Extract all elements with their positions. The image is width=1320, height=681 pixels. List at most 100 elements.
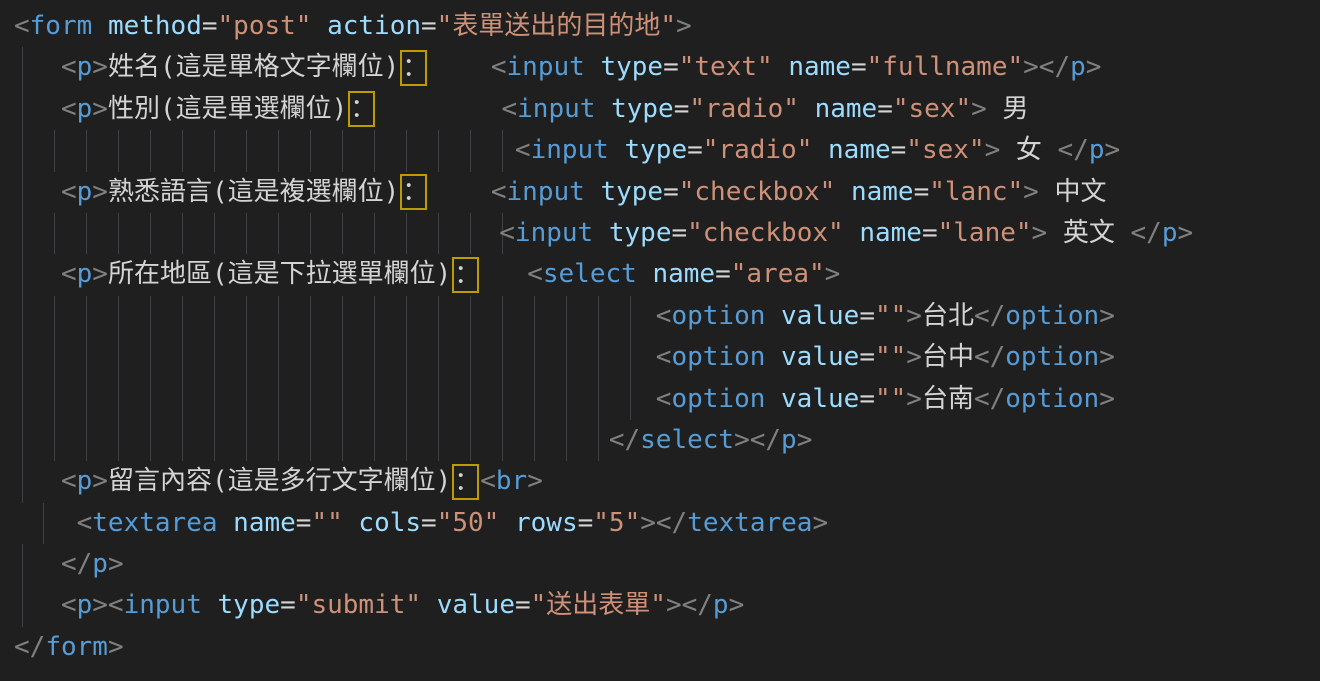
code-token: < bbox=[656, 342, 672, 372]
code-line: <option value="">台中</option> bbox=[14, 337, 1320, 378]
code-token: = bbox=[663, 52, 679, 82]
code-token: name bbox=[859, 218, 922, 248]
unicode-highlight-box: ： bbox=[348, 91, 375, 127]
code-token: 所在地區(這是下拉選單欄位) bbox=[108, 259, 451, 289]
code-token: "radio" bbox=[689, 94, 799, 124]
code-token: = bbox=[671, 218, 687, 248]
code-token: 留言內容(這是多行文字欄位) bbox=[108, 466, 451, 496]
code-line: </p> bbox=[14, 544, 1320, 585]
code-token: 英文 bbox=[1047, 218, 1130, 248]
code-token: = bbox=[891, 135, 907, 165]
code-token bbox=[218, 508, 234, 538]
code-token: 性別(這是單選欄位) bbox=[108, 94, 347, 124]
code-token: p bbox=[77, 466, 93, 496]
code-token: textarea bbox=[687, 508, 812, 538]
code-token: = bbox=[421, 508, 437, 538]
code-token: textarea bbox=[92, 508, 217, 538]
code-editor[interactable]: <form method="post" action="表單送出的目的地"> <… bbox=[0, 0, 1320, 681]
code-token: > bbox=[92, 52, 108, 82]
code-token: > bbox=[1099, 301, 1115, 331]
code-token: 女 bbox=[1000, 135, 1057, 165]
code-token: = bbox=[715, 259, 731, 289]
code-token: ></ bbox=[1023, 52, 1070, 82]
code-token bbox=[14, 52, 61, 82]
code-token bbox=[595, 94, 611, 124]
code-token: < bbox=[515, 135, 531, 165]
code-token: = bbox=[687, 135, 703, 165]
code-token: < bbox=[77, 508, 93, 538]
code-token: "submit" bbox=[296, 590, 421, 620]
code-token: = bbox=[851, 52, 867, 82]
code-token: p bbox=[1089, 135, 1105, 165]
code-line: <input type="radio" name="sex"> 女 </p> bbox=[14, 130, 1320, 171]
code-line: <textarea name="" cols="50" rows="5"></t… bbox=[14, 503, 1320, 544]
code-line: <p>性別(這是單選欄位)： <input type="radio" name=… bbox=[14, 89, 1320, 130]
code-token: rows bbox=[515, 508, 578, 538]
code-token bbox=[343, 508, 359, 538]
code-token: input bbox=[515, 218, 593, 248]
code-token: type bbox=[600, 177, 663, 207]
code-token: "sex" bbox=[906, 135, 984, 165]
code-token: action bbox=[327, 11, 421, 41]
code-token: > bbox=[676, 11, 692, 41]
code-token: input bbox=[517, 94, 595, 124]
code-token: "送出表單" bbox=[531, 590, 666, 620]
code-token: cols bbox=[358, 508, 421, 538]
code-token: > bbox=[1099, 342, 1115, 372]
code-token: </ bbox=[1058, 135, 1089, 165]
code-token bbox=[585, 52, 601, 82]
code-token: > bbox=[906, 384, 922, 414]
code-token bbox=[844, 218, 860, 248]
unicode-highlight-box: ： bbox=[452, 257, 479, 293]
code-token: "post" bbox=[218, 11, 312, 41]
code-token: = bbox=[515, 590, 531, 620]
code-token bbox=[773, 52, 789, 82]
code-token: > bbox=[797, 425, 813, 455]
code-token: > bbox=[92, 259, 108, 289]
code-line: <p>所在地區(這是下拉選單欄位)： <select name="area"> bbox=[14, 254, 1320, 295]
code-token: < bbox=[480, 466, 496, 496]
code-token: < bbox=[61, 94, 77, 124]
code-token bbox=[14, 301, 656, 331]
code-token bbox=[14, 135, 515, 165]
code-token: < bbox=[61, 466, 77, 496]
code-token bbox=[14, 384, 656, 414]
code-token bbox=[14, 549, 61, 579]
code-token: > bbox=[906, 342, 922, 372]
code-token: method bbox=[108, 11, 202, 41]
code-token: = bbox=[296, 508, 312, 538]
code-token: < bbox=[61, 52, 77, 82]
code-token: = bbox=[202, 11, 218, 41]
code-token: = bbox=[859, 342, 875, 372]
code-token: >< bbox=[92, 590, 123, 620]
code-token: "area" bbox=[731, 259, 825, 289]
code-token: "checkbox" bbox=[679, 177, 836, 207]
code-token bbox=[609, 135, 625, 165]
code-token: > bbox=[1032, 218, 1048, 248]
code-token bbox=[765, 342, 781, 372]
code-token: < bbox=[656, 301, 672, 331]
code-token: 台南 bbox=[922, 384, 974, 414]
code-line: <p>熟悉語言(這是複選欄位)： <input type="checkbox" … bbox=[14, 172, 1320, 213]
unicode-highlight-box: ： bbox=[400, 174, 427, 210]
code-token: > bbox=[1099, 384, 1115, 414]
code-token: type bbox=[600, 52, 663, 82]
code-token: p bbox=[1070, 52, 1086, 82]
code-token: > bbox=[527, 466, 543, 496]
code-token: 熟悉語言(這是複選欄位) bbox=[108, 177, 399, 207]
code-token: </ bbox=[974, 342, 1005, 372]
code-token: > bbox=[906, 301, 922, 331]
code-token: </ bbox=[609, 425, 640, 455]
code-token: "" bbox=[875, 301, 906, 331]
code-token bbox=[835, 177, 851, 207]
code-token: > bbox=[1086, 52, 1102, 82]
code-token: "" bbox=[875, 342, 906, 372]
code-token: input bbox=[124, 590, 202, 620]
code-token: > bbox=[92, 466, 108, 496]
code-token: name bbox=[815, 94, 878, 124]
code-token: "sex" bbox=[893, 94, 971, 124]
code-token: "checkbox" bbox=[687, 218, 844, 248]
code-token: </ bbox=[61, 549, 92, 579]
code-token: p bbox=[77, 94, 93, 124]
code-token: > bbox=[825, 259, 841, 289]
